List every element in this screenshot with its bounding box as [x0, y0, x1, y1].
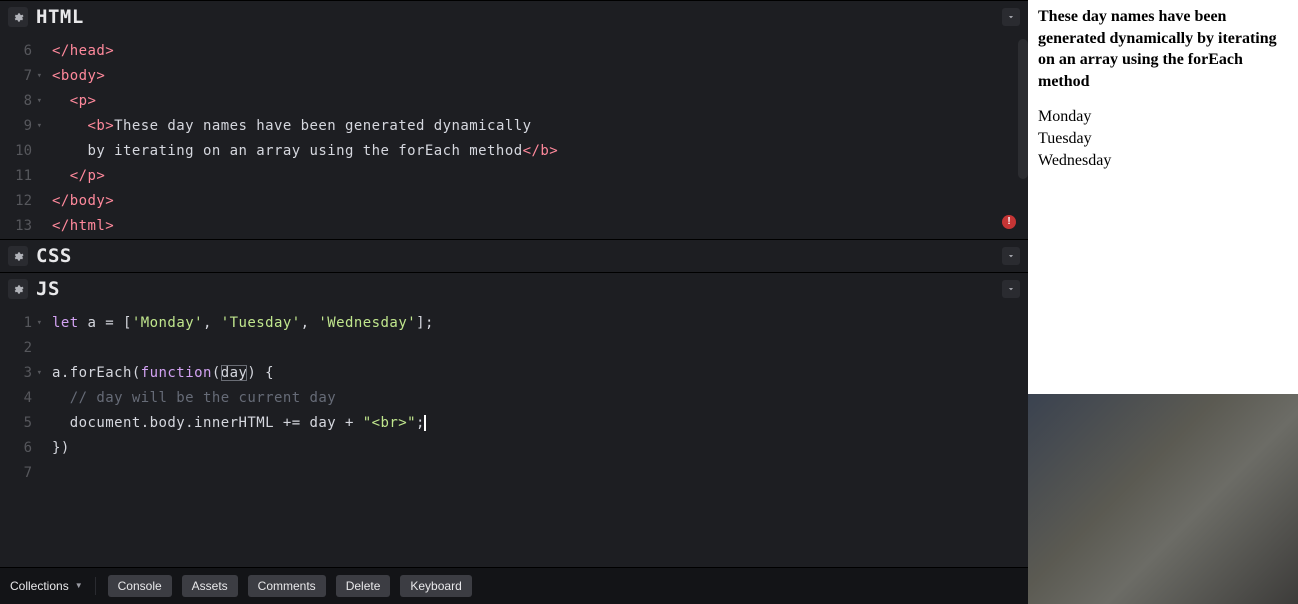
code-tag: </head>	[52, 43, 114, 59]
keyboard-button[interactable]: Keyboard	[400, 575, 471, 597]
code-keyword: let	[52, 315, 79, 331]
chevron-down-icon[interactable]	[1002, 280, 1020, 298]
preview-pane: These day names have been generated dyna…	[1028, 0, 1298, 394]
gear-icon[interactable]	[8, 279, 28, 299]
line-num: 10	[0, 139, 32, 164]
html-code[interactable]: </head> <body> <p> <b>These day names ha…	[38, 33, 1028, 239]
delete-button[interactable]: Delete	[336, 575, 391, 597]
html-gutter: 6 7▾ 8▾ 9▾ 10 11 12 13	[0, 33, 38, 239]
preview-output-line: Monday	[1038, 106, 1288, 128]
line-num: 5	[0, 411, 32, 436]
code-comment: // day will be the current day	[52, 390, 336, 406]
chevron-down-icon[interactable]	[1002, 8, 1020, 26]
fold-icon[interactable]: ▾	[37, 311, 42, 336]
code-string: 'Monday'	[132, 315, 203, 331]
code-arg-selected: day	[221, 365, 248, 381]
code-string: 'Wednesday'	[318, 315, 416, 331]
footer-bar: Collections ▼ Console Assets Comments De…	[0, 567, 1028, 604]
fold-icon[interactable]: ▾	[37, 114, 42, 139]
preview-output-line: Wednesday	[1038, 150, 1288, 172]
code-tag: <body>	[52, 68, 105, 84]
console-button[interactable]: Console	[108, 575, 172, 597]
text-cursor	[424, 415, 426, 431]
line-num: 2	[0, 336, 32, 361]
line-num: 13	[0, 214, 32, 239]
html-editor[interactable]: 6 7▾ 8▾ 9▾ 10 11 12 13 </head> <body> <p…	[0, 33, 1028, 239]
js-gutter: 1▾ 2 3▾ 4 5 6 7	[0, 305, 38, 567]
panel-title: JS	[36, 280, 60, 299]
line-num: 4	[0, 386, 32, 411]
line-num: 7	[0, 461, 32, 486]
line-num: 9▾	[0, 114, 32, 139]
webcam-overlay	[1028, 394, 1298, 604]
gear-icon[interactable]	[8, 246, 28, 266]
caret-down-icon: ▼	[75, 582, 83, 590]
separator	[95, 577, 96, 595]
gear-icon[interactable]	[8, 7, 28, 27]
line-num: 8▾	[0, 89, 32, 114]
assets-button[interactable]: Assets	[182, 575, 238, 597]
select-label: Collections	[10, 580, 69, 592]
comments-button[interactable]: Comments	[248, 575, 326, 597]
fold-icon[interactable]: ▾	[37, 89, 42, 114]
panel-header-js: JS	[0, 273, 1028, 305]
preview-heading: These day names have been generated dyna…	[1038, 8, 1277, 90]
code-keyword: function	[141, 365, 212, 381]
line-num: 6	[0, 39, 32, 64]
chevron-down-icon[interactable]	[1002, 247, 1020, 265]
js-editor[interactable]: 1▾ 2 3▾ 4 5 6 7 let a = ['Monday', 'Tues…	[0, 305, 1028, 567]
preview-output-line: Tuesday	[1038, 128, 1288, 150]
line-num: 1▾	[0, 311, 32, 336]
code-text: by iterating on an array using the forEa…	[88, 143, 523, 159]
scrollbar-thumb[interactable]	[1018, 39, 1028, 179]
line-num: 3▾	[0, 361, 32, 386]
js-code[interactable]: let a = ['Monday', 'Tuesday', 'Wednesday…	[38, 305, 1028, 567]
fold-icon[interactable]: ▾	[37, 64, 42, 89]
code-string: "<br>"	[363, 415, 416, 431]
code-tag: <b>	[88, 118, 115, 134]
code-tag: </body>	[52, 193, 114, 209]
panel-title: HTML	[36, 8, 84, 27]
code-tag: <p>	[70, 93, 97, 109]
collections-select[interactable]: Collections ▼	[10, 580, 83, 592]
fold-icon[interactable]: ▾	[37, 361, 42, 386]
error-badge-icon[interactable]: !	[1002, 215, 1016, 229]
line-num: 12	[0, 189, 32, 214]
code-string: 'Tuesday'	[221, 315, 301, 331]
code-text: These day names have been generated dyna…	[114, 118, 531, 134]
panel-header-html: HTML	[0, 1, 1028, 33]
line-num: 11	[0, 164, 32, 189]
line-num: 6	[0, 436, 32, 461]
panel-title: CSS	[36, 247, 72, 266]
code-tag: </p>	[70, 168, 106, 184]
panel-header-css: CSS	[0, 240, 1028, 272]
line-num: 7▾	[0, 64, 32, 89]
code-tag: </b>	[523, 143, 559, 159]
code-tag: </html>	[52, 218, 114, 234]
